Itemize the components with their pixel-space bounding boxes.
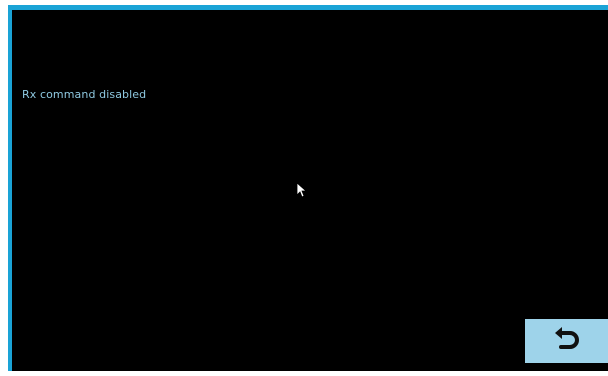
back-button[interactable]: [525, 319, 608, 363]
status-message: Rx command disabled: [22, 88, 147, 101]
app-window: Rx command disabled: [0, 0, 608, 376]
undo-arrow-icon: [552, 324, 582, 358]
display-panel: [12, 10, 608, 371]
mouse-pointer-icon: [296, 182, 308, 198]
